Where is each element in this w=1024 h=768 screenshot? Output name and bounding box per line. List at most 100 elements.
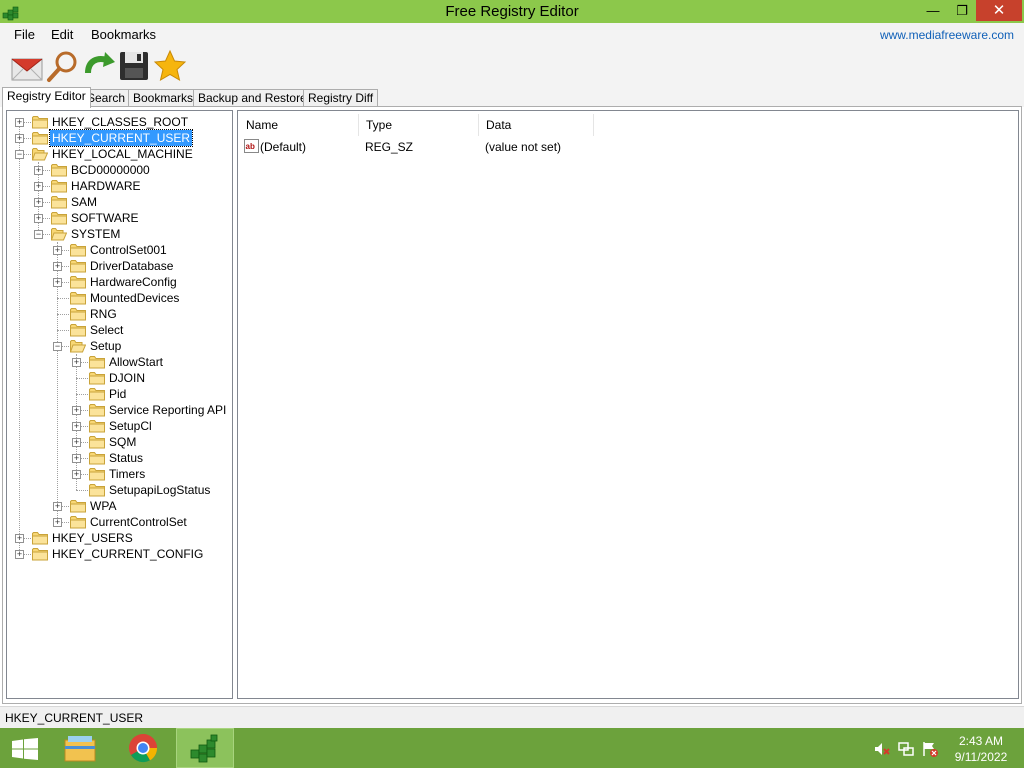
restore-button[interactable]: ❐ [948, 0, 976, 21]
tree-node-label[interactable]: WPA [88, 498, 118, 514]
tree-node[interactable]: + Service Reporting API [7, 402, 232, 418]
tree-node[interactable]: + SQM [7, 434, 232, 450]
collapse-toggle[interactable]: − [34, 230, 43, 239]
expand-toggle[interactable]: + [72, 438, 81, 447]
tree-node-label[interactable]: ControlSet001 [88, 242, 169, 258]
tree-node-label[interactable]: CurrentControlSet [88, 514, 189, 530]
tree-node[interactable]: + CurrentControlSet [7, 514, 232, 530]
taskbar-file-explorer[interactable] [52, 728, 110, 768]
expand-toggle[interactable]: + [34, 198, 43, 207]
tree-node-label[interactable]: SQM [107, 434, 138, 450]
tree-node-label[interactable]: Setup [88, 338, 123, 354]
tree-node[interactable]: + WPA [7, 498, 232, 514]
tree-node[interactable]: + BCD00000000 [7, 162, 232, 178]
tree-node[interactable]: − HKEY_LOCAL_MACHINE [7, 146, 232, 162]
tree-node[interactable]: − Setup [7, 338, 232, 354]
menu-edit[interactable]: Edit [51, 27, 73, 42]
tree-node[interactable]: + SAM [7, 194, 232, 210]
tree-node[interactable]: DJOIN [7, 370, 232, 386]
tree-node-label[interactable]: HKEY_CLASSES_ROOT [50, 114, 190, 130]
values-list[interactable]: Name Type Data ab (Default) REG_SZ (valu… [237, 110, 1019, 699]
menu-bookmarks[interactable]: Bookmarks [91, 27, 156, 42]
action-center-flag-icon[interactable] [922, 741, 938, 757]
tab-registry-diff[interactable]: Registry Diff [303, 89, 379, 107]
tree-node[interactable]: − SYSTEM [7, 226, 232, 242]
tree-node[interactable]: + DriverDatabase [7, 258, 232, 274]
tree-node[interactable]: RNG [7, 306, 232, 322]
tree-node[interactable]: + HKEY_CLASSES_ROOT [7, 114, 232, 130]
tree-node-label[interactable]: SetupCl [107, 418, 154, 434]
tree-node[interactable]: + HARDWARE [7, 178, 232, 194]
website-link[interactable]: www.mediafreeware.com [880, 28, 1014, 42]
expand-toggle[interactable]: + [34, 214, 43, 223]
tree-node[interactable]: Pid [7, 386, 232, 402]
column-header-name[interactable]: Name [239, 114, 359, 136]
tree-node-label[interactable]: HKEY_CURRENT_CONFIG [50, 546, 205, 562]
expand-toggle[interactable]: + [72, 470, 81, 479]
tree-node[interactable]: + Status [7, 450, 232, 466]
taskbar-registry-editor[interactable] [176, 728, 234, 768]
system-clock[interactable]: 2:43 AM 9/11/2022 [946, 733, 1016, 765]
tree-node-label[interactable]: DriverDatabase [88, 258, 175, 274]
mail-icon[interactable] [10, 49, 44, 83]
tree-node-label[interactable]: HKEY_CURRENT_USER [48, 129, 194, 147]
tree-node[interactable]: + HKEY_USERS [7, 530, 232, 546]
column-header-type[interactable]: Type [359, 114, 479, 136]
tree-node-label[interactable]: SYSTEM [69, 226, 122, 242]
tree-node-label[interactable]: HARDWARE [69, 178, 143, 194]
minimize-button[interactable]: — [918, 0, 948, 21]
volume-muted-icon[interactable] [874, 741, 890, 757]
expand-toggle[interactable]: + [53, 246, 62, 255]
tree-node-label[interactable]: HardwareConfig [88, 274, 179, 290]
save-icon[interactable] [117, 49, 151, 83]
tree-node-label[interactable]: AllowStart [107, 354, 165, 370]
tree-node[interactable]: + HKEY_CURRENT_USER [7, 129, 232, 147]
expand-toggle[interactable]: + [72, 454, 81, 463]
column-header-data[interactable]: Data [479, 114, 594, 136]
registry-tree[interactable]: + HKEY_CLASSES_ROOT + HKEY_CURRENT_USER − HKE… [6, 110, 233, 699]
bookmark-star-icon[interactable] [153, 49, 187, 83]
tree-node[interactable]: + SOFTWARE [7, 210, 232, 226]
tree-node[interactable]: + SetupCl [7, 418, 232, 434]
expand-toggle[interactable]: + [53, 278, 62, 287]
tree-node-label[interactable]: Timers [107, 466, 147, 482]
tree-node[interactable]: + ControlSet001 [7, 242, 232, 258]
expand-toggle[interactable]: + [15, 550, 24, 559]
tree-node-label[interactable]: SAM [69, 194, 99, 210]
windows-start-button[interactable] [0, 728, 58, 768]
menu-file[interactable]: File [14, 27, 35, 42]
tree-node-label[interactable]: HKEY_LOCAL_MACHINE [50, 146, 195, 162]
expand-toggle[interactable]: + [34, 182, 43, 191]
expand-toggle[interactable]: + [15, 118, 24, 127]
search-icon[interactable] [46, 49, 80, 83]
tree-node[interactable]: + AllowStart [7, 354, 232, 370]
tree-node-label[interactable]: DJOIN [107, 370, 147, 386]
tree-node-label[interactable]: Status [107, 450, 145, 466]
expand-toggle[interactable]: + [34, 166, 43, 175]
network-icon[interactable] [898, 741, 914, 757]
tree-node-label[interactable]: SOFTWARE [69, 210, 141, 226]
expand-toggle[interactable]: + [15, 134, 24, 143]
tab-registry-editor[interactable]: Registry Editor [2, 87, 91, 108]
close-button[interactable]: ✕ [976, 0, 1022, 21]
tree-node[interactable]: + Timers [7, 466, 232, 482]
tree-node[interactable]: + HKEY_CURRENT_CONFIG [7, 546, 232, 562]
tree-node[interactable]: Select [7, 322, 232, 338]
expand-toggle[interactable]: + [53, 262, 62, 271]
expand-toggle[interactable]: + [53, 518, 62, 527]
tree-node[interactable]: MountedDevices [7, 290, 232, 306]
tree-node-label[interactable]: Pid [107, 386, 128, 402]
tree-node[interactable]: + HardwareConfig [7, 274, 232, 290]
expand-toggle[interactable]: + [53, 502, 62, 511]
collapse-toggle[interactable]: − [15, 150, 24, 159]
collapse-toggle[interactable]: − [53, 342, 62, 351]
expand-toggle[interactable]: + [72, 406, 81, 415]
tree-node-label[interactable]: Service Reporting API [107, 402, 228, 418]
tree-node-label[interactable]: SetupapiLogStatus [107, 482, 212, 498]
tab-bookmarks[interactable]: Bookmarks [128, 89, 199, 107]
expand-toggle[interactable]: + [72, 358, 81, 367]
tree-node-label[interactable]: Select [88, 322, 125, 338]
tree-node-label[interactable]: MountedDevices [88, 290, 181, 306]
expand-toggle[interactable]: + [72, 422, 81, 431]
tree-node-label[interactable]: HKEY_USERS [50, 530, 135, 546]
